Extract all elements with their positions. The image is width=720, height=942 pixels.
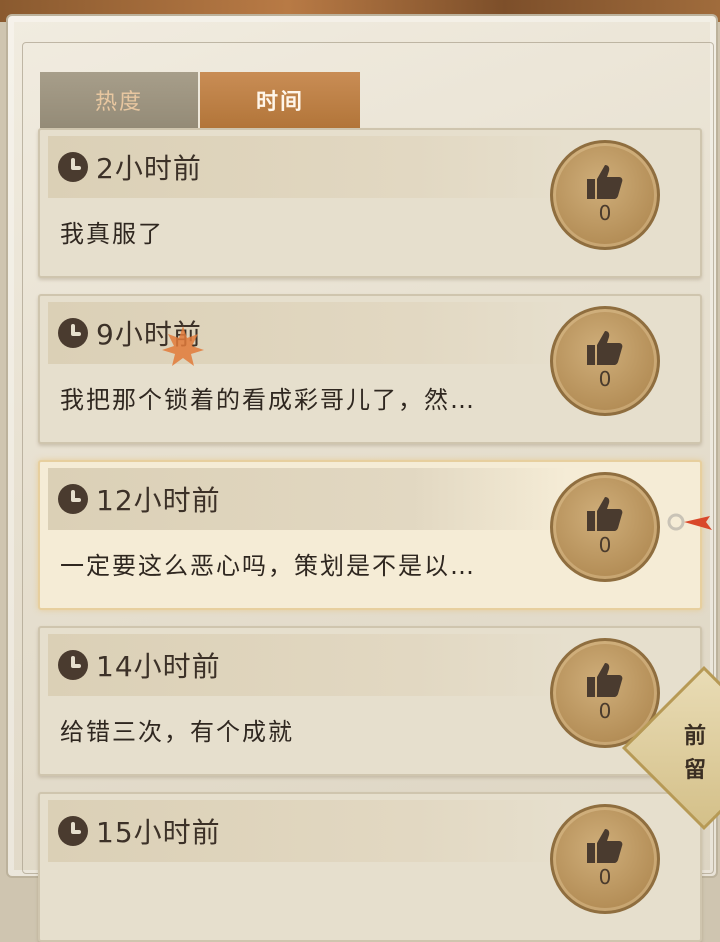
like-count: 0 <box>598 367 612 391</box>
comment-header: 15小时前 <box>48 800 568 862</box>
comment-time: 14小时前 <box>96 650 221 683</box>
comment-card[interactable]: 14小时前 给错三次，有个成就 0 <box>38 626 702 776</box>
like-button[interactable]: 0 <box>550 472 660 582</box>
side-badge-line2: 留 <box>684 758 707 783</box>
comment-card[interactable]: 9小时前 我把那个锁着的看成彩哥儿了，然… 0 <box>38 294 702 444</box>
like-button[interactable]: 0 <box>550 306 660 416</box>
clock-icon <box>58 816 88 846</box>
comment-text: 我把那个锁着的看成彩哥儿了，然… <box>60 386 476 414</box>
comment-card-selected[interactable]: 12小时前 一定要这么恶心吗，策划是不是以… 0 <box>38 460 702 610</box>
comment-header: 9小时前 <box>48 302 568 364</box>
thumbs-up-icon <box>587 497 623 531</box>
comment-time: 12小时前 <box>96 484 221 517</box>
comment-text: 我真服了 <box>60 220 164 248</box>
like-count: 0 <box>598 865 612 889</box>
tab-time[interactable]: 时间 <box>200 72 360 128</box>
comment-header: 12小时前 <box>48 468 568 530</box>
side-badge-text[interactable]: 前 留 <box>684 720 720 788</box>
comment-card[interactable]: 15小时前 0 <box>38 792 702 942</box>
comment-text: 一定要这么恶心吗，策划是不是以… <box>60 552 476 580</box>
clock-icon <box>58 152 88 182</box>
clock-icon <box>58 318 88 348</box>
like-button[interactable]: 0 <box>550 140 660 250</box>
thumbs-up-icon <box>587 165 623 199</box>
comment-time: 15小时前 <box>96 816 221 849</box>
tab-heat[interactable]: 热度 <box>40 72 198 128</box>
comment-card[interactable]: 2小时前 我真服了 0 <box>38 128 702 278</box>
comment-time: 2小时前 <box>96 152 202 185</box>
thumbs-up-icon <box>587 331 623 365</box>
maple-leaf-icon <box>162 326 204 366</box>
comment-header: 14小时前 <box>48 634 568 696</box>
red-tassel-icon <box>667 513 712 531</box>
side-badge-line1: 前 <box>684 724 707 749</box>
comment-text: 给错三次，有个成就 <box>60 718 294 746</box>
like-count: 0 <box>598 201 612 225</box>
like-button[interactable]: 0 <box>550 804 660 914</box>
comment-header: 2小时前 <box>48 136 568 198</box>
thumbs-up-icon <box>587 663 623 697</box>
thumbs-up-icon <box>587 829 623 863</box>
like-count: 0 <box>598 533 612 557</box>
clock-icon <box>58 650 88 680</box>
like-count: 0 <box>598 699 612 723</box>
clock-icon <box>58 484 88 514</box>
